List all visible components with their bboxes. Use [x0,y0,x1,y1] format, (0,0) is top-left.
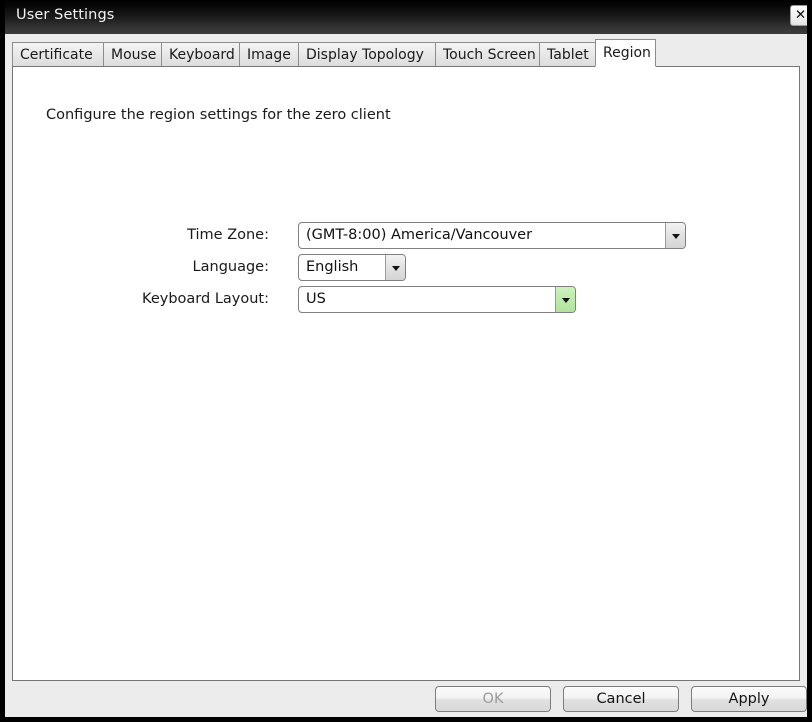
field-label: Time Zone: [187,227,269,243]
dialog-button-bar: OK Cancel Apply [5,683,807,717]
field-row: Time Zone: (GMT-8:00) America/Vancouver [13,222,801,252]
user-settings-window: User Settings ✕ Certificate Mouse Keyboard… [0,0,812,722]
field-label: Language: [192,259,269,275]
chevron-down-glyph [391,265,400,271]
tab-strip: Certificate Mouse Keyboard Image Display Top… [12,39,800,67]
tab-keyboard[interactable]: Keyboard [161,42,240,67]
ok-button[interactable]: OK [435,686,551,712]
window-title: User Settings [16,7,115,23]
title-bar: User Settings ✕ [5,0,807,34]
chevron-down-icon[interactable] [555,287,575,312]
field-row: Language: English [13,254,801,284]
time-zone-value: (GMT-8:00) America/Vancouver [306,227,533,243]
tab-mouse[interactable]: Mouse [103,42,162,67]
chevron-down-glyph [671,233,680,239]
language-dropdown[interactable]: English [298,254,406,281]
tab-region[interactable]: Region [595,39,656,67]
field-row: Keyboard Layout: US [13,286,801,316]
field-label: Keyboard Layout: [142,291,269,307]
keyboard-layout-value: US [306,291,326,307]
tab-image[interactable]: Image [239,42,299,67]
time-zone-dropdown[interactable]: (GMT-8:00) America/Vancouver [298,222,686,249]
tab-touch-screen[interactable]: Touch Screen [435,42,540,67]
close-icon: ✕ [794,7,807,23]
tab-tablet[interactable]: Tablet [539,42,596,67]
panel-description: Configure the region settings for the ze… [46,107,391,123]
keyboard-layout-dropdown[interactable]: US [298,286,576,313]
chevron-down-icon[interactable] [665,223,685,248]
tab-display-topology[interactable]: Display Topology [298,42,436,67]
apply-button[interactable]: Apply [691,686,807,712]
tab-certificate[interactable]: Certificate [12,42,104,67]
close-button[interactable]: ✕ [790,5,807,26]
chevron-down-icon[interactable] [385,255,405,280]
language-value: English [306,259,359,275]
region-tab-panel: Configure the region settings for the ze… [12,66,800,681]
chevron-down-glyph [561,297,570,303]
dialog-client-area: Certificate Mouse Keyboard Image Display Top… [5,34,807,717]
cancel-button[interactable]: Cancel [563,686,679,712]
